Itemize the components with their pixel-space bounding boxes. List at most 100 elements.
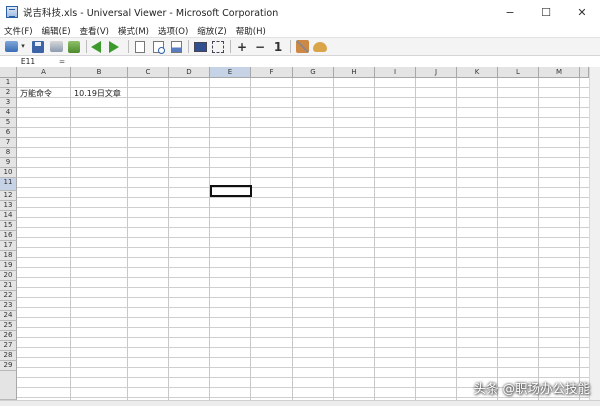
column-header[interactable]: K: [457, 67, 498, 78]
toolbar-separator: [230, 40, 231, 53]
column-header[interactable]: F: [251, 67, 293, 78]
cell-b2[interactable]: 10.19日文章: [74, 89, 121, 98]
row-header[interactable]: 23: [0, 301, 17, 311]
row-header[interactable]: 21: [0, 281, 17, 291]
menu-view[interactable]: 查看(V): [80, 25, 109, 37]
menu-options[interactable]: 选项(O): [158, 25, 188, 37]
row-header[interactable]: 14: [0, 211, 17, 221]
toolbar: ▾ + − 1: [0, 37, 600, 56]
menu-help[interactable]: 帮助(H): [236, 25, 266, 37]
row-header[interactable]: 28: [0, 351, 17, 361]
row-header[interactable]: 1: [0, 78, 17, 88]
row-header[interactable]: 6: [0, 128, 17, 138]
menu-zoom[interactable]: 缩放(Z): [197, 25, 226, 37]
tools-icon: [295, 40, 309, 53]
plugin-button[interactable]: [313, 40, 327, 54]
name-box[interactable]: E11: [0, 56, 56, 67]
save-icon: [32, 40, 44, 53]
screen-button[interactable]: [193, 40, 207, 54]
zip-icon: [68, 40, 80, 53]
open-button[interactable]: [4, 40, 18, 54]
forward-button[interactable]: [108, 40, 123, 54]
page-icon: [135, 40, 145, 53]
export-icon: [170, 40, 182, 53]
close-button[interactable]: ✕: [564, 0, 600, 24]
cell-a2[interactable]: 万能命令: [20, 89, 52, 98]
row-header[interactable]: 25: [0, 321, 17, 331]
toolbar-separator: [86, 40, 87, 53]
row-header[interactable]: 8: [0, 148, 17, 158]
select-all-corner[interactable]: [0, 67, 17, 78]
zoom-in-icon[interactable]: +: [235, 40, 249, 54]
maximize-button[interactable]: ☐: [528, 0, 564, 24]
spreadsheet-grid[interactable]: A B C D E F G H I J K L M 1 2 3 4 5 6 7 …: [0, 67, 589, 400]
row-header[interactable]: 7: [0, 138, 17, 148]
plugin-icon: [313, 41, 327, 52]
row-header[interactable]: 3: [0, 98, 17, 108]
row-header[interactable]: 18: [0, 251, 17, 261]
find-button[interactable]: [151, 40, 165, 54]
column-header[interactable]: I: [375, 67, 416, 78]
column-header[interactable]: D: [169, 67, 210, 78]
row-header[interactable]: 12: [0, 191, 17, 201]
column-header[interactable]: A: [17, 67, 71, 78]
formula-bar: E11 =: [0, 56, 600, 67]
find-icon: [152, 40, 165, 54]
menu-file[interactable]: 文件(F): [4, 25, 33, 37]
menu-bar: 文件(F) 编辑(E) 查看(V) 模式(M) 选项(O) 缩放(Z) 帮助(H…: [0, 24, 600, 37]
column-header[interactable]: G: [293, 67, 334, 78]
forward-icon: [108, 40, 119, 53]
column-header[interactable]: L: [498, 67, 539, 78]
save-button[interactable]: [31, 40, 45, 54]
row-header[interactable]: 11: [0, 178, 17, 191]
print-button[interactable]: [49, 40, 63, 54]
row-header[interactable]: 20: [0, 271, 17, 281]
row-header[interactable]: [0, 371, 17, 400]
row-header[interactable]: 29: [0, 361, 17, 371]
menu-mode[interactable]: 模式(M): [118, 25, 149, 37]
screen-icon: [193, 41, 207, 52]
window-controls: − ☐ ✕: [492, 0, 600, 24]
back-icon: [90, 40, 101, 53]
active-cell-e11[interactable]: [210, 185, 252, 197]
tools-button[interactable]: [295, 40, 309, 54]
row-header[interactable]: 19: [0, 261, 17, 271]
fullscreen-button[interactable]: [211, 40, 225, 54]
column-header[interactable]: C: [128, 67, 169, 78]
row-header[interactable]: 9: [0, 158, 17, 168]
row-header[interactable]: 26: [0, 331, 17, 341]
cell-area[interactable]: [17, 78, 589, 400]
column-header[interactable]: E: [210, 67, 251, 78]
zip-button[interactable]: [67, 40, 81, 54]
column-header[interactable]: [580, 67, 589, 78]
page-button[interactable]: [133, 40, 147, 54]
row-header[interactable]: 5: [0, 118, 17, 128]
dropdown-icon[interactable]: ▾: [19, 40, 27, 54]
actual-size-icon[interactable]: 1: [271, 40, 285, 54]
row-header[interactable]: 17: [0, 241, 17, 251]
row-header[interactable]: 10: [0, 168, 17, 178]
row-header[interactable]: 24: [0, 311, 17, 321]
print-icon: [49, 41, 63, 52]
column-header[interactable]: J: [416, 67, 457, 78]
row-header[interactable]: 16: [0, 231, 17, 241]
equals-sign: =: [58, 57, 66, 66]
zoom-out-icon[interactable]: −: [253, 40, 267, 54]
column-header[interactable]: H: [334, 67, 375, 78]
minimize-button[interactable]: −: [492, 0, 528, 24]
fullscreen-icon: [212, 40, 224, 53]
column-header[interactable]: M: [539, 67, 580, 78]
row-header[interactable]: 27: [0, 341, 17, 351]
row-header[interactable]: 13: [0, 201, 17, 211]
horizontal-scrollbar[interactable]: [0, 400, 600, 406]
menu-edit[interactable]: 编辑(E): [42, 25, 71, 37]
row-header[interactable]: 22: [0, 291, 17, 301]
row-header[interactable]: 15: [0, 221, 17, 231]
column-header[interactable]: B: [71, 67, 128, 78]
vertical-scrollbar[interactable]: [589, 67, 600, 400]
row-header[interactable]: 2: [0, 88, 17, 98]
toolbar-separator: [290, 40, 291, 53]
row-header[interactable]: 4: [0, 108, 17, 118]
export-button[interactable]: [169, 40, 183, 54]
back-button[interactable]: [90, 40, 105, 54]
